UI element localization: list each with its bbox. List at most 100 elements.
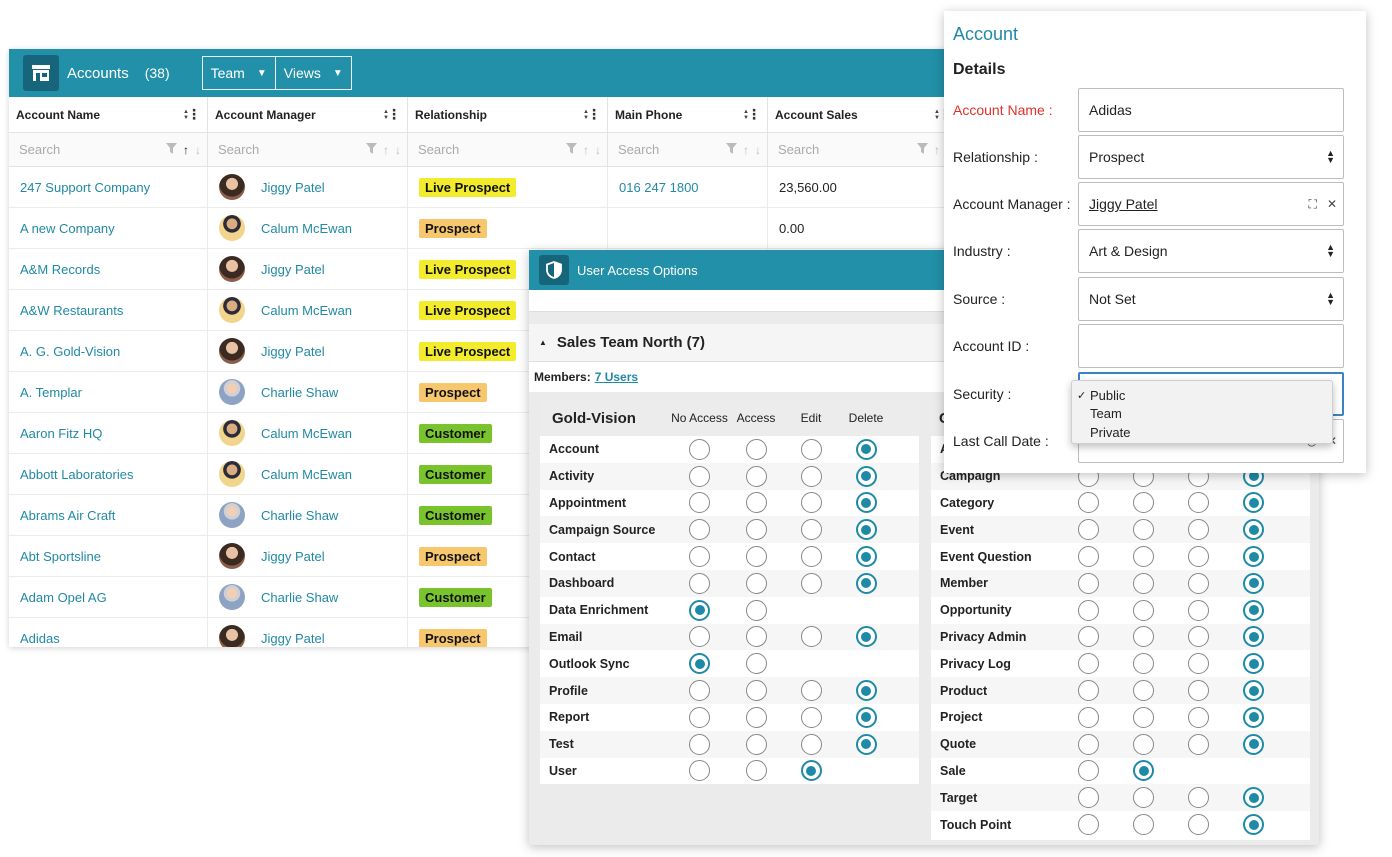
radio-unselected[interactable] <box>745 546 767 568</box>
radio-unselected[interactable] <box>1078 706 1099 728</box>
radio-selected[interactable] <box>1243 546 1264 568</box>
clear-icon[interactable]: ✕ <box>1327 197 1337 212</box>
radio-unselected[interactable] <box>1188 492 1209 514</box>
sort-ascending-icon[interactable]: ↑ <box>934 143 940 157</box>
radio-unselected[interactable] <box>1078 760 1099 782</box>
radio-unselected[interactable] <box>689 519 710 541</box>
main-phone-link[interactable]: 016 247 1800 <box>619 180 699 195</box>
account-manager-link[interactable]: Jiggy Patel <box>261 180 325 195</box>
radio-unselected[interactable] <box>1188 519 1209 541</box>
radio-unselected[interactable] <box>1078 599 1099 621</box>
radio-selected[interactable] <box>1133 760 1154 782</box>
radio-selected[interactable] <box>1243 599 1264 621</box>
expand-icon[interactable]: ⛶ <box>1309 197 1317 212</box>
radio-selected[interactable] <box>855 706 877 728</box>
radio-unselected[interactable] <box>800 438 822 460</box>
security-option[interactable]: Private <box>1072 423 1332 442</box>
sort-descending-icon[interactable]: ↓ <box>595 143 601 157</box>
account-manager-link[interactable]: Charlie Shaw <box>261 590 338 605</box>
radio-unselected[interactable] <box>1133 733 1154 755</box>
radio-unselected[interactable] <box>689 733 710 755</box>
radio-selected[interactable] <box>855 546 877 568</box>
radio-unselected[interactable] <box>689 680 710 702</box>
radio-selected[interactable] <box>1243 626 1264 648</box>
account-name-link[interactable]: Aaron Fitz HQ <box>20 426 102 441</box>
column-header-main-phone[interactable]: Main Phone ▲ ▼ ⋮ <box>608 97 768 132</box>
column-header-account-name[interactable]: Account Name ▲ ▼ ⋮ <box>9 97 208 132</box>
radio-unselected[interactable] <box>745 438 767 460</box>
radio-unselected[interactable] <box>1078 733 1099 755</box>
column-menu-icon[interactable]: ⋮ <box>747 106 761 123</box>
radio-selected[interactable] <box>800 760 822 782</box>
radio-unselected[interactable] <box>745 653 767 675</box>
views-button[interactable]: Views ▼ <box>276 57 351 89</box>
radio-unselected[interactable] <box>1133 492 1154 514</box>
team-button[interactable]: Team ▼ <box>203 57 276 89</box>
radio-selected[interactable] <box>1243 519 1264 541</box>
radio-selected[interactable] <box>855 492 877 514</box>
security-option[interactable]: ✓ Public <box>1072 386 1332 405</box>
radio-selected[interactable] <box>855 733 877 755</box>
account-manager-link[interactable]: Calum McEwan <box>261 303 352 318</box>
radio-unselected[interactable] <box>689 626 710 648</box>
sort-descending-icon[interactable]: ↓ <box>755 143 761 157</box>
radio-unselected[interactable] <box>1188 706 1209 728</box>
radio-unselected[interactable] <box>1078 787 1099 809</box>
radio-unselected[interactable] <box>800 626 822 648</box>
radio-unselected[interactable] <box>1133 706 1154 728</box>
account-name-link[interactable]: A&W Restaurants <box>20 303 123 318</box>
radio-selected[interactable] <box>689 653 710 675</box>
radio-unselected[interactable] <box>745 465 767 487</box>
filter-icon[interactable] <box>166 142 177 157</box>
radio-unselected[interactable] <box>1078 519 1099 541</box>
field-industryinput[interactable]: Art & Design ▲ ▼ <box>1078 229 1344 273</box>
column-header-account-manager[interactable]: Account Manager ▲ ▼ ⋮ <box>208 97 408 132</box>
radio-selected[interactable] <box>1243 680 1264 702</box>
sort-ascending-icon[interactable]: ↑ <box>583 143 589 157</box>
field-relationshipinput[interactable]: Prospect ▲ ▼ <box>1078 135 1344 179</box>
account-name-link[interactable]: A&M Records <box>20 262 100 277</box>
account-manager-link[interactable]: Jiggy Patel <box>261 344 325 359</box>
radio-unselected[interactable] <box>1188 814 1209 836</box>
column-search-account-sales[interactable]: Search↑↓ <box>768 133 959 166</box>
table-row[interactable]: 247 Support Company Jiggy Patel Live Prosp… <box>9 167 959 208</box>
radio-selected[interactable] <box>855 626 877 648</box>
radio-unselected[interactable] <box>1188 680 1209 702</box>
radio-unselected[interactable] <box>745 572 767 594</box>
radio-unselected[interactable] <box>800 492 822 514</box>
security-option[interactable]: Team <box>1072 405 1332 424</box>
account-manager-link[interactable]: Jiggy Patel <box>261 631 325 646</box>
account-manager-link[interactable]: Calum McEwan <box>261 221 352 236</box>
radio-unselected[interactable] <box>1078 626 1099 648</box>
radio-selected[interactable] <box>855 438 877 460</box>
members-link[interactable]: 7 Users <box>595 370 638 384</box>
radio-unselected[interactable] <box>1133 572 1154 594</box>
radio-unselected[interactable] <box>1188 626 1209 648</box>
account-name-link[interactable]: Abbott Laboratories <box>20 467 133 482</box>
account-manager-link[interactable]: Jiggy Patel <box>261 549 325 564</box>
sort-ascending-icon[interactable]: ↑ <box>183 143 189 157</box>
radio-selected[interactable] <box>689 599 710 621</box>
table-row[interactable]: A new Company Calum McEwan Prospect 0.00 <box>9 208 959 249</box>
radio-selected[interactable] <box>1243 706 1264 728</box>
radio-unselected[interactable] <box>689 760 710 782</box>
radio-unselected[interactable] <box>745 626 767 648</box>
radio-unselected[interactable] <box>1133 519 1154 541</box>
radio-unselected[interactable] <box>1133 787 1154 809</box>
account-name-link[interactable]: A. Templar <box>20 385 82 400</box>
filter-icon[interactable] <box>366 142 377 157</box>
radio-selected[interactable] <box>1243 572 1264 594</box>
radio-unselected[interactable] <box>745 599 767 621</box>
radio-unselected[interactable] <box>1078 572 1099 594</box>
radio-unselected[interactable] <box>1133 814 1154 836</box>
radio-unselected[interactable] <box>1188 572 1209 594</box>
filter-icon[interactable] <box>566 142 577 157</box>
radio-selected[interactable] <box>1243 653 1264 675</box>
column-search-main-phone[interactable]: Search ↑ ↓ <box>608 133 768 166</box>
sort-descending-icon[interactable]: ↓ <box>195 143 201 157</box>
radio-unselected[interactable] <box>1188 733 1209 755</box>
account-name-link[interactable]: Abt Sportsline <box>20 549 101 564</box>
field-sourceinput[interactable]: Not Set ▲ ▼ <box>1078 277 1344 321</box>
sort-descending-icon[interactable]: ↓ <box>395 143 401 157</box>
radio-selected[interactable] <box>855 465 877 487</box>
